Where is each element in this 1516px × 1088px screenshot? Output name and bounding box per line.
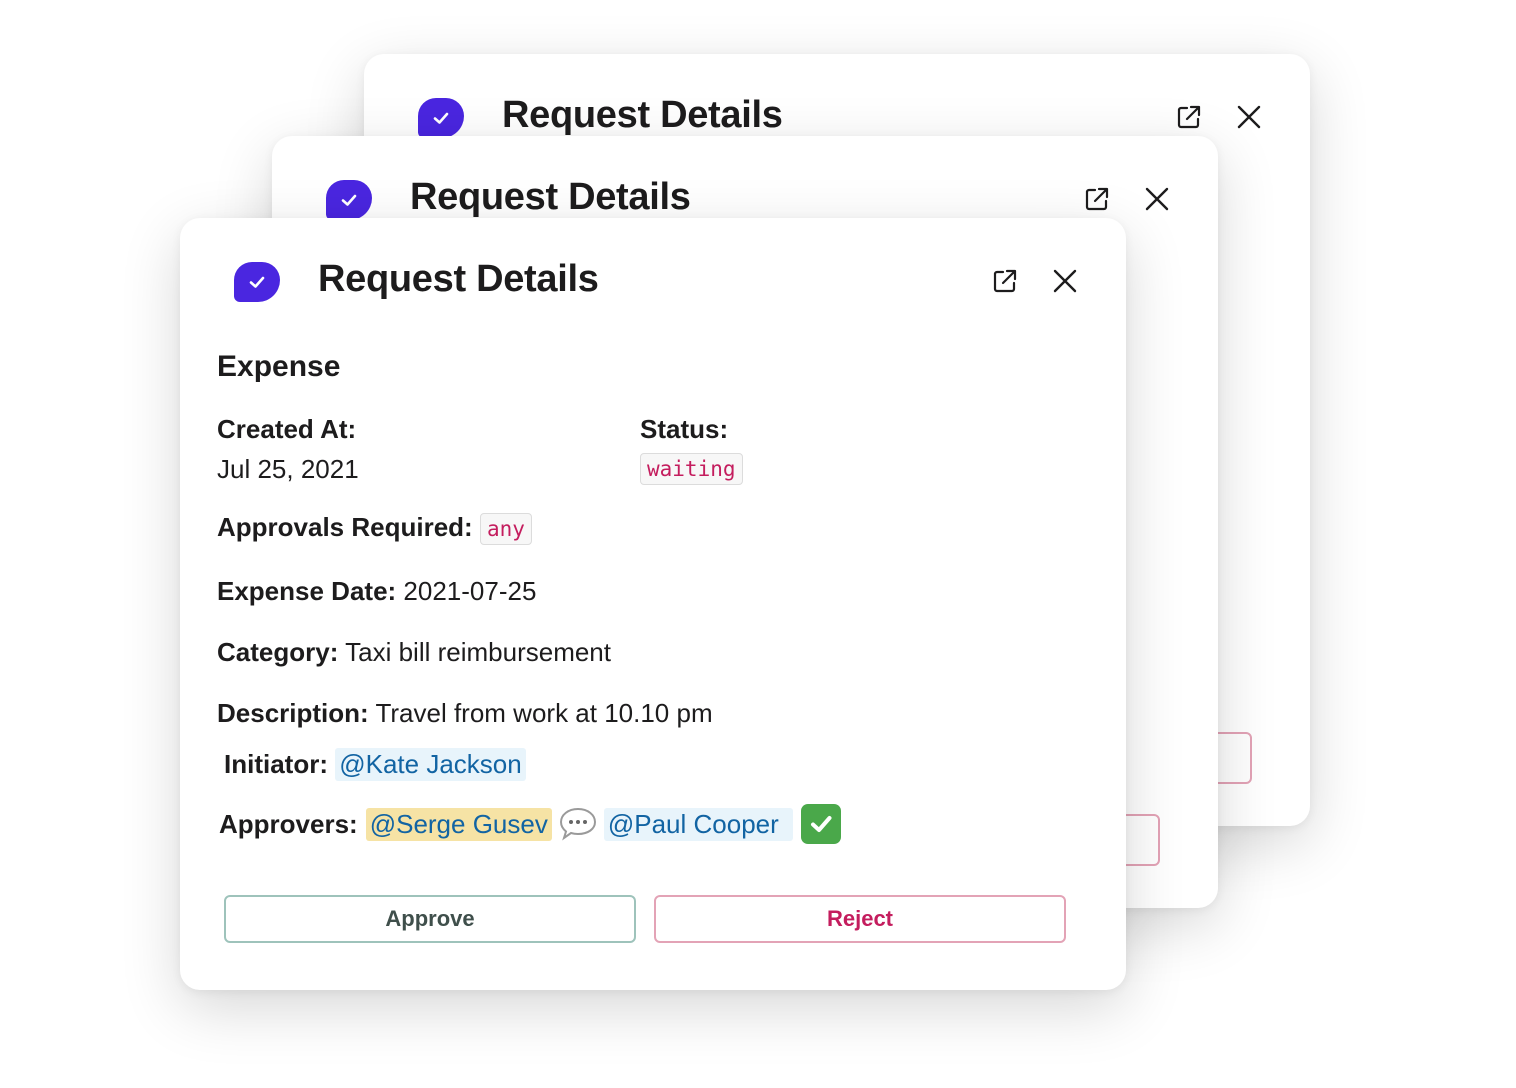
category-value: Taxi bill reimbursement [345, 637, 611, 667]
external-link-icon[interactable] [990, 266, 1020, 296]
modal-title: Request Details [502, 94, 783, 136]
initiator-label: Initiator: [224, 749, 328, 779]
status-badge: waiting [640, 453, 743, 486]
reject-button[interactable]: Reject [654, 895, 1066, 943]
created-at-label: Created At: [217, 414, 357, 444]
expense-date-label: Expense Date: [217, 576, 397, 606]
approvals-required-label: Approvals Required: [217, 512, 473, 542]
check-bubble-icon [418, 98, 464, 138]
section-title: Expense [217, 350, 341, 383]
request-details-modal: Request Details Expense Created At: Jul … [180, 218, 1126, 990]
category-label: Category: [217, 637, 339, 667]
approvers-label: Approvers: [219, 808, 358, 839]
approvers-row: Approvers: @Serge Gusev @Paul Cooper [219, 804, 841, 844]
initiator-mention[interactable]: @Kate Jackson [335, 748, 526, 781]
description-row: Description: Travel from work at 10.10 p… [217, 698, 713, 729]
expense-date-row: Expense Date: 2021-07-25 [217, 576, 536, 607]
approve-button[interactable]: Approve [224, 895, 636, 943]
approver-mention[interactable]: @Serge Gusev [365, 807, 552, 841]
initiator-row: Initiator: @Kate Jackson [224, 748, 526, 781]
modal-title: Request Details [318, 258, 599, 300]
category-row: Category: Taxi bill reimbursement [217, 637, 611, 668]
check-bubble-icon [234, 262, 280, 302]
external-link-icon[interactable] [1082, 184, 1112, 214]
description-value: Travel from work at 10.10 pm [375, 698, 713, 728]
approver-mention[interactable]: @Paul Cooper [603, 807, 793, 841]
description-label: Description: [217, 698, 369, 728]
approvals-required-badge: any [479, 513, 532, 546]
close-icon[interactable] [1142, 184, 1172, 214]
modal-header: Request Details [180, 218, 1126, 346]
close-icon[interactable] [1234, 102, 1264, 132]
speech-bubble-icon [558, 806, 598, 842]
check-bubble-icon [326, 180, 372, 220]
modal-title: Request Details [410, 176, 691, 218]
created-at-value: Jul 25, 2021 [217, 454, 359, 484]
external-link-icon[interactable] [1174, 102, 1204, 132]
approvals-required-row: Approvals Required: any [217, 512, 532, 546]
close-icon[interactable] [1050, 266, 1080, 296]
status-label: Status: [640, 414, 729, 444]
expense-date-value: 2021-07-25 [403, 576, 537, 606]
white-check-mark-icon [800, 804, 841, 844]
